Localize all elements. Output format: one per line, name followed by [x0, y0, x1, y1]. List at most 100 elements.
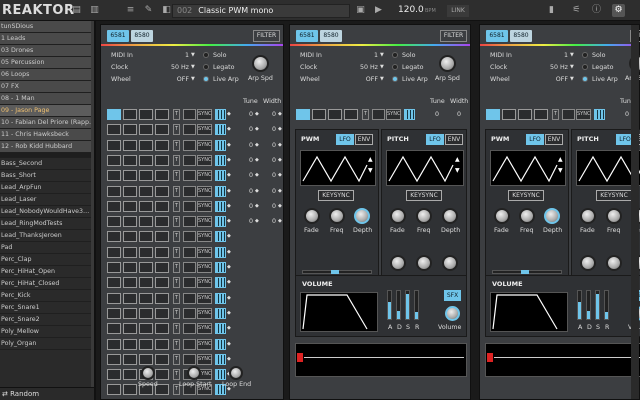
- triangle-wave-button[interactable]: [107, 139, 121, 151]
- browser-item[interactable]: Perc_Snare1: [0, 302, 94, 314]
- ring-button[interactable]: [562, 109, 575, 120]
- saw-wave-button[interactable]: [123, 246, 137, 258]
- midi-in-arrow-icon[interactable]: ▼: [570, 52, 574, 58]
- noise-wave-button[interactable]: [344, 109, 358, 120]
- noise-wave-button[interactable]: [155, 231, 169, 243]
- ring-button[interactable]: [183, 109, 196, 120]
- sync-button[interactable]: SYNC: [197, 200, 212, 212]
- browser-item[interactable]: Perc_Kick: [0, 290, 94, 302]
- t-button[interactable]: T: [173, 246, 180, 258]
- pulse-wave-button[interactable]: [139, 323, 153, 335]
- tune-value[interactable]: 0: [241, 157, 253, 164]
- ring-button[interactable]: [183, 262, 196, 273]
- t-button[interactable]: T: [173, 170, 180, 182]
- pitch-depth-knob[interactable]: [442, 208, 458, 224]
- width-value[interactable]: 0: [264, 111, 276, 118]
- adsr-slider-0[interactable]: [577, 290, 582, 320]
- pulse-wave-button[interactable]: [139, 170, 153, 182]
- solo-radio[interactable]: [203, 52, 209, 58]
- triangle-wave-button[interactable]: [107, 216, 121, 228]
- clock-value[interactable]: 50 Hz: [348, 64, 378, 71]
- t-button[interactable]: T: [173, 338, 180, 350]
- browser-item[interactable]: 1 Leads: [0, 33, 94, 45]
- t-button[interactable]: T: [173, 139, 180, 151]
- width-value[interactable]: 0: [264, 188, 276, 195]
- clock-arrow-icon[interactable]: ▼: [570, 64, 574, 70]
- tune-arrow-icon[interactable]: ◆: [227, 111, 231, 117]
- adsr-slider-0[interactable]: [387, 290, 392, 320]
- saw-wave-button[interactable]: [123, 292, 137, 304]
- saw-wave-button[interactable]: [123, 154, 137, 166]
- browser-item[interactable]: Perc_HiHat_Open: [0, 266, 94, 278]
- ring-button[interactable]: [183, 231, 196, 243]
- saw-wave-button[interactable]: [123, 216, 137, 228]
- width-spin-icon[interactable]: ◆: [278, 203, 282, 209]
- wheel-arrow-icon[interactable]: ▼: [570, 76, 574, 82]
- pwm-lfo-button[interactable]: LFO: [526, 134, 544, 145]
- t-button[interactable]: T: [362, 109, 369, 120]
- saw-wave-button[interactable]: [123, 384, 137, 396]
- octave-knob[interactable]: [390, 255, 406, 271]
- t-button[interactable]: T: [173, 323, 180, 335]
- pulse-wave-button[interactable]: [139, 216, 153, 228]
- sfx-button[interactable]: SFX: [444, 290, 461, 301]
- tune-arrow-icon[interactable]: ◆: [227, 157, 231, 163]
- width-value[interactable]: 0: [264, 142, 276, 149]
- tune-spin-icon[interactable]: ◆: [255, 218, 259, 224]
- width-spin-icon[interactable]: ◆: [278, 157, 282, 163]
- settings-icon[interactable]: ⚙: [612, 4, 625, 17]
- width-value[interactable]: 0: [264, 126, 276, 133]
- noise-wave-button[interactable]: [155, 353, 169, 365]
- sync-button[interactable]: SYNC: [197, 139, 212, 151]
- triangle-wave-button[interactable]: [107, 338, 121, 350]
- note-knob[interactable]: [606, 255, 622, 271]
- tune-arrow-icon[interactable]: ◆: [227, 356, 231, 362]
- browser-item[interactable]: Bass_Short: [0, 170, 94, 182]
- legato-radio[interactable]: [582, 64, 588, 70]
- pulse-wave-button[interactable]: [139, 109, 153, 120]
- tune-arrow-icon[interactable]: ◆: [227, 188, 231, 194]
- note-knob[interactable]: [416, 255, 432, 271]
- preset-display[interactable]: 002 Classic PWM mono: [172, 4, 350, 18]
- panel-toggle-icon[interactable]: ▥: [88, 4, 101, 17]
- triangle-wave-button[interactable]: [107, 246, 121, 258]
- t-button[interactable]: T: [173, 262, 180, 273]
- sync-button[interactable]: SYNC: [386, 109, 401, 120]
- browser-item[interactable]: Poly_Organ: [0, 338, 94, 350]
- tune-value[interactable]: 0: [241, 172, 253, 179]
- chip-6581-tag[interactable]: 6581: [486, 30, 508, 42]
- midi-in-value[interactable]: 1: [169, 52, 189, 59]
- triangle-wave-button[interactable]: [107, 323, 121, 335]
- snapshot-icon[interactable]: ≡: [124, 4, 137, 17]
- chip-6581-tag[interactable]: 6581: [296, 30, 318, 42]
- sync-button[interactable]: SYNC: [197, 323, 212, 335]
- pulse-wave-button[interactable]: [139, 262, 153, 273]
- ring-button[interactable]: [183, 246, 196, 258]
- tune-value[interactable]: 0: [241, 188, 253, 195]
- browser-item[interactable]: Lead_ThanksJeroen: [0, 230, 94, 242]
- pwm-fade-knob[interactable]: [304, 208, 320, 224]
- browser-item[interactable]: 07 FX: [0, 81, 94, 93]
- sync-button[interactable]: SYNC: [197, 216, 212, 228]
- saw-wave-button[interactable]: [123, 170, 137, 182]
- sync-button[interactable]: SYNC: [197, 262, 212, 273]
- filter-button[interactable]: FILTER: [440, 30, 467, 42]
- fine-knob[interactable]: [442, 255, 458, 271]
- triangle-wave-button[interactable]: [107, 231, 121, 243]
- noise-wave-button[interactable]: [155, 154, 169, 166]
- pwm-lfo-button[interactable]: LFO: [336, 134, 354, 145]
- tune-arrow-icon[interactable]: ◆: [227, 341, 231, 347]
- saw-wave-button[interactable]: [123, 124, 137, 136]
- noise-wave-button[interactable]: [155, 323, 169, 335]
- t-button[interactable]: T: [173, 231, 180, 243]
- panel-scrollbar[interactable]: [631, 25, 639, 399]
- midi-in-value[interactable]: 1: [358, 52, 378, 59]
- noise-wave-button[interactable]: [155, 277, 169, 289]
- sync-button[interactable]: SYNC: [197, 338, 212, 350]
- pulse-wave-button[interactable]: [139, 338, 153, 350]
- t-button[interactable]: T: [173, 185, 180, 197]
- pulse-wave-button[interactable]: [139, 139, 153, 151]
- saw-wave-button[interactable]: [123, 231, 137, 243]
- triangle-wave-button[interactable]: [107, 154, 121, 166]
- browser-item[interactable]: 08 - 1 Man: [0, 93, 94, 105]
